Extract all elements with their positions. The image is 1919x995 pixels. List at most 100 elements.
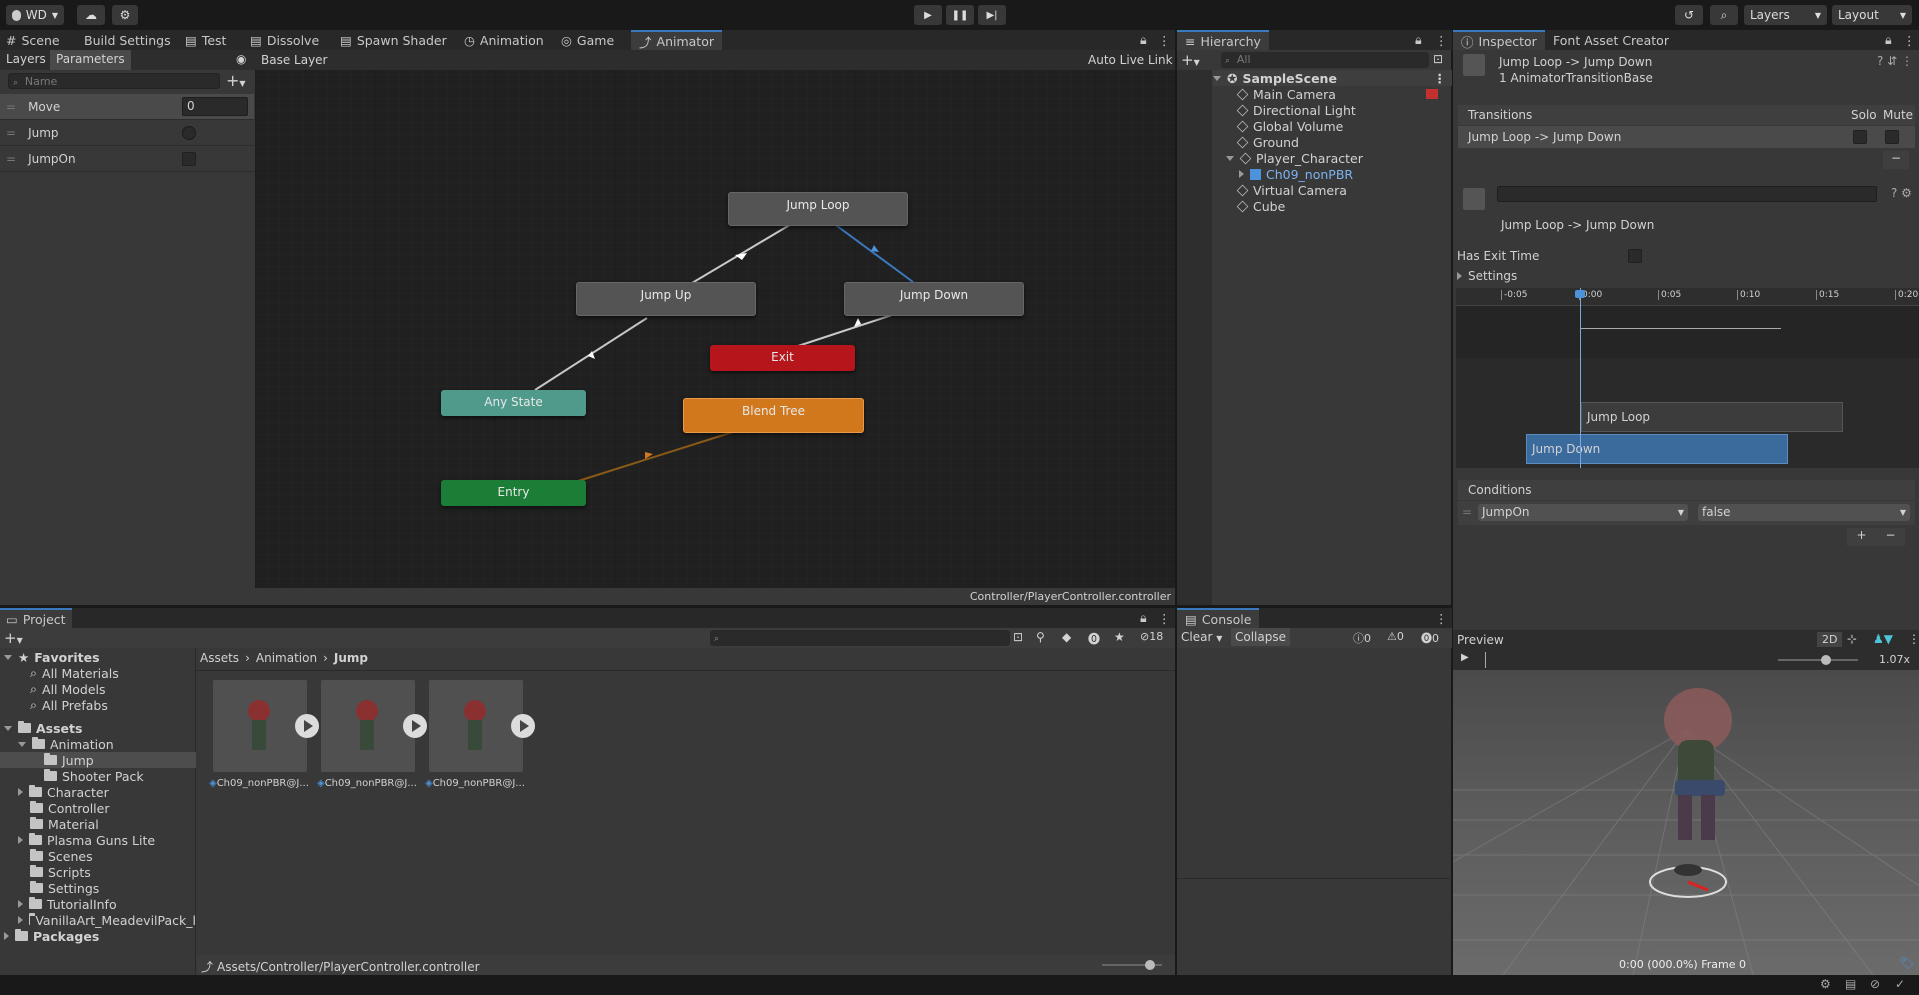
- more-menu-icon[interactable]: ⋮: [1434, 71, 1447, 86]
- search-by-type-icon[interactable]: ⊡: [1013, 630, 1023, 644]
- more-menu-icon[interactable]: ⋮: [1903, 30, 1916, 50]
- hierarchy-item[interactable]: Ground: [1236, 134, 1299, 150]
- animator-graph[interactable]: Base Layer Auto Live Link Jump Loop Jump…: [255, 50, 1175, 605]
- tab-animator[interactable]: ⤴ Animator: [631, 30, 722, 50]
- add-object-button[interactable]: +▼: [1181, 51, 1200, 69]
- expand-arrow-icon[interactable]: [4, 725, 12, 731]
- header-icons[interactable]: ? ⇵ ⋮: [1877, 54, 1913, 68]
- expand-arrow-icon[interactable]: [18, 788, 23, 796]
- hierarchy-item[interactable]: Main Camera: [1236, 86, 1452, 102]
- cache-icon[interactable]: ▤: [1845, 977, 1856, 991]
- tab-build-settings[interactable]: Build Settings: [84, 30, 171, 50]
- play-button[interactable]: ▶: [914, 5, 942, 25]
- step-button[interactable]: ▶|: [978, 5, 1006, 25]
- tab-hierarchy[interactable]: ≡ Hierarchy: [1177, 30, 1269, 50]
- transition-timeline[interactable]: -0:05 0:00 0:05 0:10 0:15 0:20 Jump Loop…: [1456, 288, 1919, 468]
- layers-dropdown[interactable]: Layers ▼: [1744, 5, 1827, 25]
- favorite-item[interactable]: ⌕ All Materials: [30, 665, 119, 681]
- favorites-row[interactable]: ★ Favorites: [4, 649, 100, 665]
- eye-icon[interactable]: ◉: [236, 52, 246, 66]
- solo-checkbox[interactable]: [1853, 130, 1867, 144]
- debug-icon[interactable]: ⚙: [1820, 977, 1831, 991]
- expand-arrow-icon[interactable]: [1239, 170, 1244, 178]
- collapse-button[interactable]: Collapse: [1231, 628, 1290, 646]
- auto-live-link-button[interactable]: Auto Live Link: [1088, 53, 1173, 67]
- scene-row[interactable]: ✪ SampleScene ⋮: [1213, 70, 1452, 86]
- tab-game[interactable]: ◎ Game: [561, 30, 614, 50]
- tab-console[interactable]: ▤ Console: [1177, 608, 1260, 628]
- asset-label[interactable]: ◈Ch09_nonPBR@J...: [209, 778, 309, 789]
- playhead[interactable]: [1580, 288, 1581, 468]
- thumbnail-size-handle[interactable]: [1145, 960, 1155, 970]
- folder-item[interactable]: VanillaArt_MeadevilPack_l: [18, 912, 196, 928]
- project-search[interactable]: ⌕: [710, 630, 1010, 646]
- search-options-icon[interactable]: ⊡: [1433, 52, 1443, 66]
- network-icon[interactable]: ⊘: [1870, 977, 1880, 991]
- tab-font-asset-creator[interactable]: Font Asset Creator: [1553, 30, 1669, 50]
- history-button[interactable]: ↺: [1675, 5, 1703, 25]
- tab-project[interactable]: ▭ Project: [0, 608, 72, 628]
- more-menu-icon[interactable]: ⋮: [1435, 30, 1448, 50]
- pivot-icon[interactable]: ⊹: [1847, 632, 1857, 646]
- preview-viewport[interactable]: 0:00 (000.0%) Frame 0 🏷︎: [1453, 670, 1919, 975]
- layout-dropdown[interactable]: Layout ▼: [1832, 5, 1912, 25]
- trigger-radio[interactable]: [182, 126, 196, 140]
- condition-parameter-dropdown[interactable]: JumpOn ▼: [1478, 504, 1688, 521]
- search-button[interactable]: ⌕: [1710, 5, 1738, 25]
- parameter-value-field[interactable]: 0: [182, 97, 248, 116]
- more-menu-icon[interactable]: ⋮: [1435, 608, 1448, 628]
- lock-icon[interactable]: 🔒︎: [1140, 30, 1147, 50]
- hierarchy-item[interactable]: Virtual Camera: [1236, 182, 1347, 198]
- create-asset-button[interactable]: +▼: [4, 629, 23, 647]
- asset-label[interactable]: ◈Ch09_nonPBR@J...: [425, 778, 525, 789]
- hierarchy-item[interactable]: Directional Light: [1236, 102, 1356, 118]
- animation-thumbnail[interactable]: [321, 680, 415, 772]
- tab-scene[interactable]: # Scene: [6, 30, 60, 50]
- play-preview-button[interactable]: [295, 714, 319, 738]
- asset-label[interactable]: ◈Ch09_nonPBR@J...: [317, 778, 417, 789]
- favorite-item[interactable]: ⌕ All Models: [30, 681, 106, 697]
- more-menu-icon[interactable]: ⋮: [1158, 30, 1171, 50]
- expand-arrow-icon[interactable]: [1226, 155, 1234, 161]
- expand-arrow-icon[interactable]: [4, 654, 12, 660]
- expand-arrow-icon[interactable]: [18, 900, 23, 908]
- drag-handle-icon[interactable]: =: [6, 152, 16, 166]
- folder-item[interactable]: Animation: [18, 736, 114, 752]
- assets-row[interactable]: Assets: [4, 720, 82, 736]
- preview-scrubber[interactable]: [1485, 652, 1486, 668]
- warning-filter-icon[interactable]: ⓿: [1088, 630, 1100, 647]
- check-icon[interactable]: ✓: [1895, 977, 1905, 991]
- tab-parameters[interactable]: Parameters: [50, 50, 131, 70]
- favorite-item[interactable]: ⌕ All Prefabs: [30, 697, 108, 713]
- mute-checkbox[interactable]: [1885, 130, 1899, 144]
- help-settings-icons[interactable]: ? ⚙: [1891, 186, 1912, 200]
- filter-icon[interactable]: ⚲: [1036, 630, 1045, 644]
- folder-item[interactable]: Scenes: [30, 848, 93, 864]
- bool-checkbox[interactable]: [182, 152, 196, 166]
- state-jump-loop[interactable]: Jump Loop: [728, 192, 908, 226]
- breadcrumb-item[interactable]: Animation: [256, 651, 317, 665]
- folder-item[interactable]: Settings: [30, 880, 99, 896]
- add-parameter-button[interactable]: +▼: [226, 71, 246, 90]
- favorite-icon[interactable]: ★: [1114, 630, 1125, 644]
- transition-name-field[interactable]: [1497, 186, 1877, 202]
- folder-item-selected[interactable]: Jump: [0, 752, 196, 768]
- remove-transition-button[interactable]: −: [1883, 151, 1909, 169]
- tab-spawn-shader[interactable]: ▤ Spawn Shader: [340, 30, 447, 50]
- animation-thumbnail[interactable]: [213, 680, 307, 772]
- collab-button[interactable]: ⚙: [112, 5, 138, 25]
- has-exit-time-checkbox[interactable]: [1628, 249, 1642, 263]
- drag-handle-icon[interactable]: =: [1462, 505, 1472, 519]
- tab-test[interactable]: ▤ Test: [185, 30, 226, 50]
- lock-icon[interactable]: 🔒︎: [1885, 30, 1892, 50]
- parameter-row-move[interactable]: = Move 0: [0, 94, 254, 120]
- drag-handle-icon[interactable]: =: [6, 100, 16, 114]
- transition-list-row[interactable]: Jump Loop -> Jump Down: [1458, 126, 1915, 148]
- expand-arrow-icon[interactable]: [18, 916, 23, 924]
- folder-item[interactable]: Controller: [30, 800, 110, 816]
- playhead-handle[interactable]: [1575, 290, 1585, 298]
- state-blend-tree[interactable]: Blend Tree: [683, 398, 864, 433]
- state-any-state[interactable]: Any State: [441, 390, 586, 416]
- hidden-count[interactable]: ⊘18: [1140, 630, 1163, 643]
- parameter-row-jump[interactable]: = Jump: [0, 120, 254, 146]
